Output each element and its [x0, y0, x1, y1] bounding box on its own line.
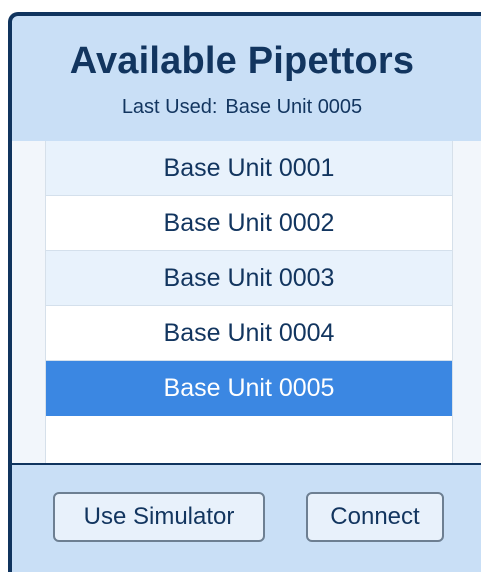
list-item[interactable]: Base Unit 0002	[46, 196, 452, 251]
pipettor-list[interactable]: Base Unit 0001 Base Unit 0002 Base Unit …	[45, 141, 453, 463]
last-used-value: Base Unit 0005	[225, 96, 363, 118]
list-item-label: Base Unit 0004	[163, 318, 335, 347]
list-item-selected[interactable]: Base Unit 0005	[46, 361, 452, 416]
list-item[interactable]: Base Unit 0001	[46, 141, 452, 196]
list-item-label: Base Unit 0001	[163, 153, 335, 182]
list-item-label: Base Unit 0002	[163, 208, 335, 237]
last-used-label: Last Used:	[121, 96, 218, 118]
panel-header: Available Pipettors Last Used: Base Unit …	[12, 16, 481, 141]
use-simulator-button[interactable]: Use Simulator	[53, 492, 265, 542]
last-used-line: Last Used: Base Unit 0005	[12, 96, 472, 119]
list-item-label: Base Unit 0005	[163, 373, 335, 402]
pipettor-list-area: Base Unit 0001 Base Unit 0002 Base Unit …	[12, 141, 481, 465]
panel-title: Available Pipettors	[69, 40, 415, 82]
list-item[interactable]: Base Unit 0004	[46, 306, 452, 361]
list-item[interactable]: Base Unit 0003	[46, 251, 452, 306]
list-item-label: Base Unit 0003	[163, 263, 335, 292]
connect-button[interactable]: Connect	[306, 492, 444, 542]
pipettor-picker-panel: Available Pipettors Last Used: Base Unit …	[8, 12, 481, 572]
panel-footer: Use Simulator Connect	[12, 465, 481, 572]
